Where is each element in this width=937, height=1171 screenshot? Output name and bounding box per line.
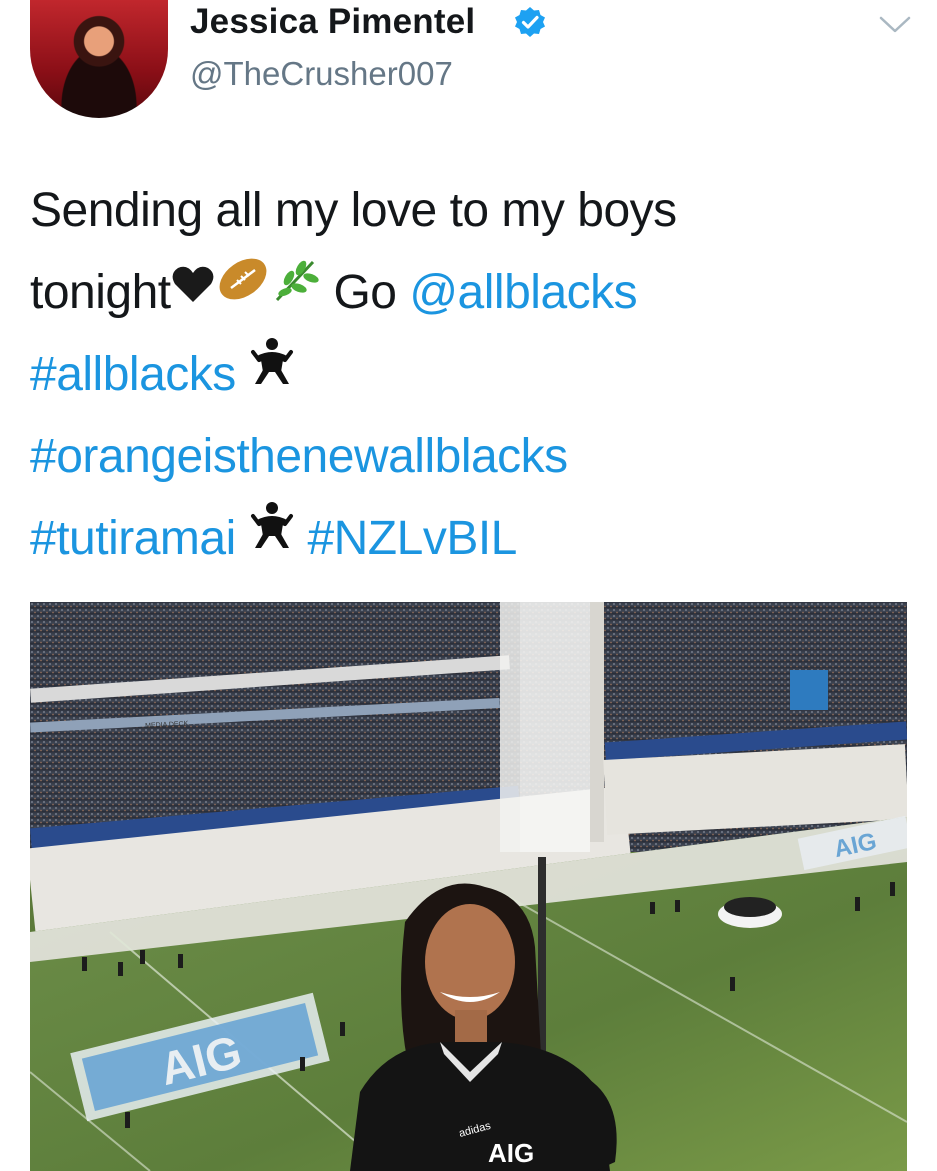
avatar[interactable] bbox=[30, 0, 168, 118]
display-name[interactable]: Jessica Pimentel bbox=[190, 2, 475, 42]
herb-emoji-icon bbox=[271, 248, 321, 330]
hashtag-link[interactable]: #allblacks bbox=[30, 348, 236, 401]
tweet-text-line: Sending all my love to my boys bbox=[30, 170, 910, 252]
tweet-text-line: #orangeisthenewallblacks bbox=[30, 416, 910, 498]
tweet-text-line: #tutiramai #NZLvBIL bbox=[30, 498, 910, 580]
tweet-text-segment: Go bbox=[320, 266, 410, 319]
wrestler-emoji-icon bbox=[249, 330, 295, 412]
heart-emoji-icon bbox=[171, 248, 215, 330]
tweet-text: Sending all my love to my boys tonight Go… bbox=[30, 170, 910, 580]
tweet-text-segment bbox=[236, 512, 249, 565]
stadium-photo: MEDIA DECK AIG AIG adidas AIG bbox=[30, 602, 907, 1171]
hashtag-link[interactable]: #NZLvBIL bbox=[307, 512, 517, 565]
mention-link[interactable]: @allblacks bbox=[409, 266, 637, 319]
tweet-text-segment: tonight bbox=[30, 266, 171, 319]
jersey-sponsor: AIG bbox=[488, 1138, 534, 1168]
tweet-text-segment bbox=[236, 348, 249, 401]
tweet-text-segment bbox=[295, 512, 308, 565]
tweet-media-photo[interactable]: MEDIA DECK AIG AIG adidas AIG bbox=[30, 602, 907, 1171]
tweet-text-segment: Sending all my love to my boys bbox=[30, 184, 677, 237]
tweet-text-line: #allblacks bbox=[30, 334, 910, 416]
wrestler-emoji-icon bbox=[249, 494, 295, 576]
hashtag-link[interactable]: #tutiramai bbox=[30, 512, 236, 565]
tweet-text-line: tonight Go @allblacks bbox=[30, 252, 910, 334]
rugby-ball-emoji-icon bbox=[215, 248, 271, 330]
user-handle[interactable]: @TheCrusher007 bbox=[190, 55, 453, 93]
verified-badge-icon bbox=[515, 7, 545, 37]
chevron-down-icon[interactable] bbox=[878, 14, 912, 36]
hashtag-link[interactable]: #orangeisthenewallblacks bbox=[30, 430, 568, 483]
